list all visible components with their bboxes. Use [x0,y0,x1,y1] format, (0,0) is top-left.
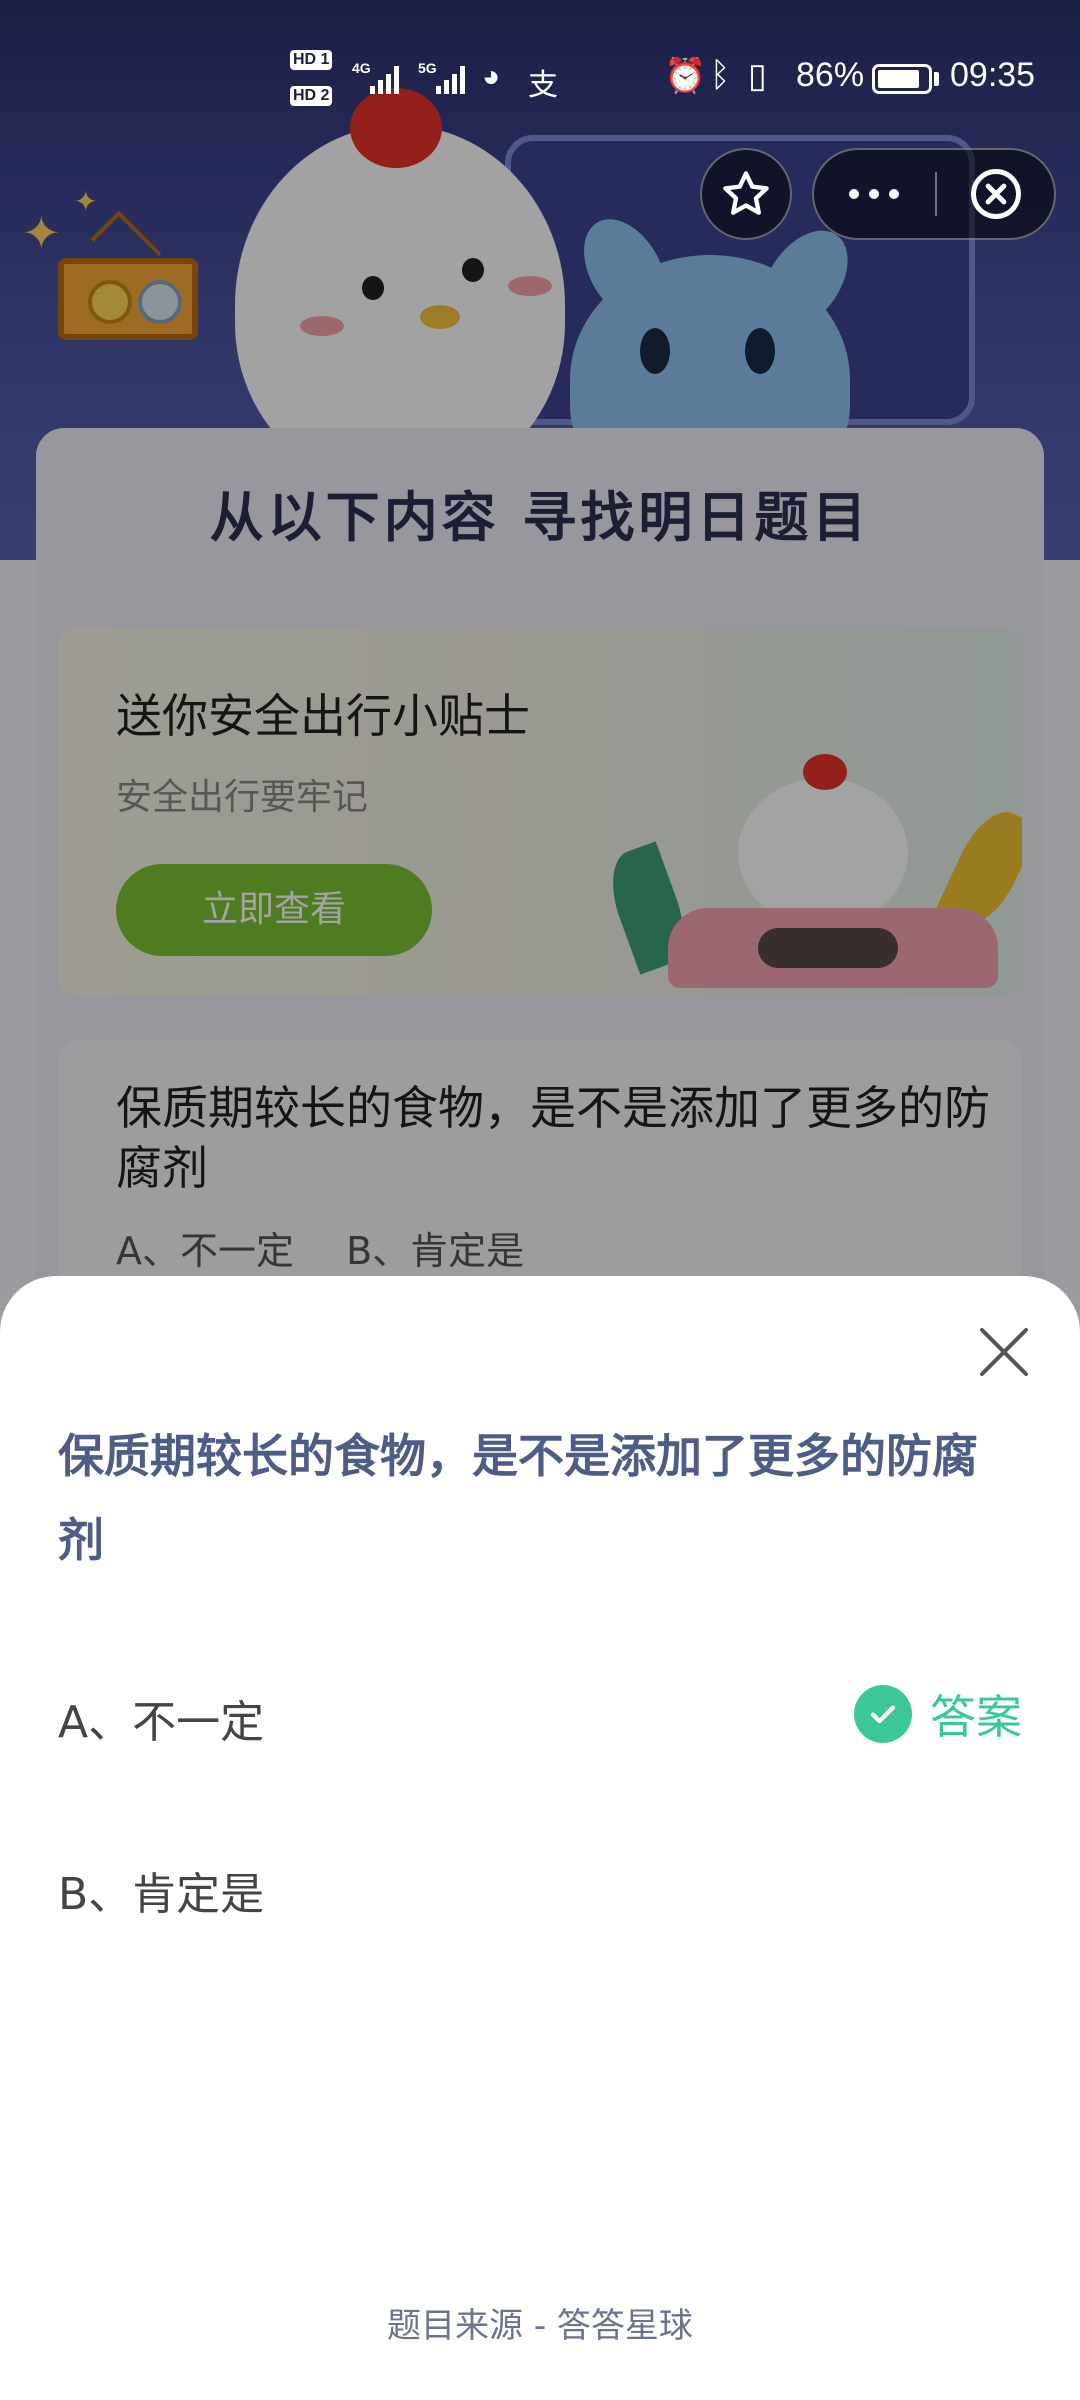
battery-icon [872,64,932,94]
checkmark-icon [870,1705,896,1724]
exit-button[interactable] [938,150,1054,238]
battery-cap [934,72,939,86]
more-dot [889,189,899,199]
check-icon [854,1685,912,1743]
answer-badge: 答案 [854,1684,1022,1744]
question-text: 保质期较长的食物，是不是添加了更多的防腐剂 [58,1429,978,1567]
capsule-divider [935,172,937,216]
status-bar: HD 1 HD 2 4G 5G ◕ 支 ⏰ ᛒ ▯ 86% 09:35 [0,0,1080,110]
vibrate-icon: ▯ [748,57,767,95]
hd-indicator: HD 1 [290,50,333,70]
alarm-icon: ⏰ [664,57,707,95]
battery-level [878,70,919,88]
favorite-button[interactable] [700,148,792,240]
network-type: 4G [352,60,371,76]
more-button[interactable] [814,150,934,238]
battery-percent: 86% [796,56,865,94]
wechat-icon: ◕ [482,60,501,93]
more-dot [869,189,879,199]
option-label: A、不一定 [58,1697,265,1748]
option-label: B、肯定是 [58,1869,265,1920]
option-a[interactable]: A、不一定 答案 [58,1664,1022,1764]
circle-close-icon [971,169,1021,219]
close-icon [980,1328,1028,1376]
hd-indicator: HD 2 [290,86,333,106]
more-dots-icon [849,189,859,199]
answer-sheet: 保质期较长的食物，是不是添加了更多的防腐剂 A、不一定 答案 B、肯定是 题目来… [0,1276,1080,2400]
star-icon [723,171,769,215]
network-type: 5G [418,60,437,76]
sheet-close-button[interactable] [972,1320,1036,1384]
bluetooth-icon: ᛒ [710,56,731,94]
question-source: 题目来源 - 答答星球 [387,2306,693,2346]
option-b[interactable]: B、肯定是 [58,1836,1022,1936]
alipay-icon: 支 [528,69,558,102]
screen: ✦ ✦ 从以下内容 寻找明日题目 送你安全出行小贴士 安全出行要牢记 立即查看 [0,0,1080,2400]
signal-bars-icon [436,66,465,94]
capsule-menu [812,148,1056,240]
signal-bars-icon [370,66,399,94]
answer-label: 答案 [930,1690,1022,1744]
clock: 09:35 [950,56,1036,94]
